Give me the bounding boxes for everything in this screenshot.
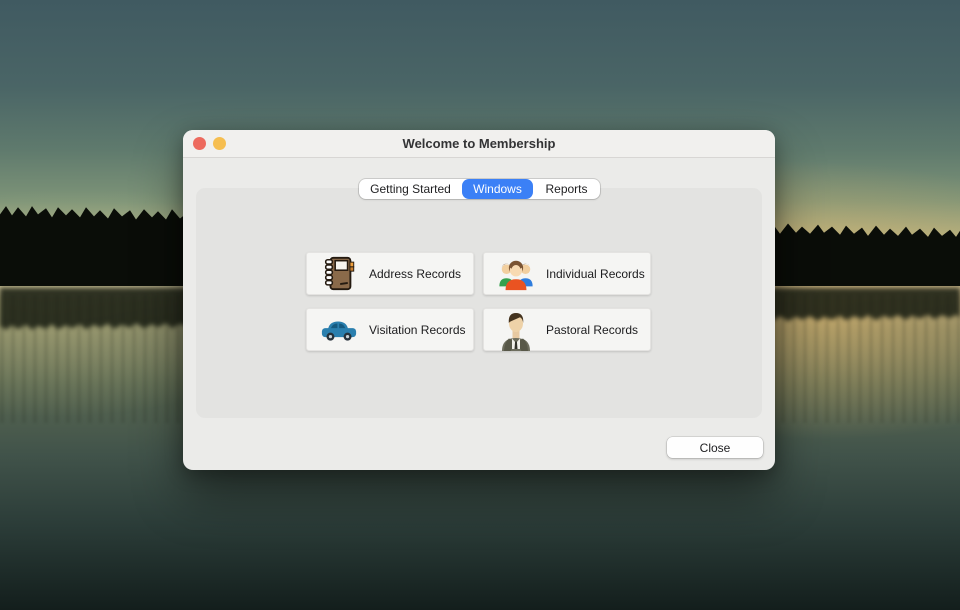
people-group-icon xyxy=(497,254,535,294)
screen: Welcome to Membership Getting Started Wi… xyxy=(0,0,960,610)
close-window-button[interactable] xyxy=(193,137,206,150)
pastoral-records-button[interactable]: Pastoral Records xyxy=(483,308,651,351)
tab-content-panel xyxy=(196,188,762,418)
individual-records-button[interactable]: Individual Records xyxy=(483,252,651,295)
address-records-button[interactable]: Address Records xyxy=(306,252,474,295)
window-title: Welcome to Membership xyxy=(183,130,775,157)
traffic-lights xyxy=(193,137,226,150)
address-records-label: Address Records xyxy=(369,267,461,281)
pastor-icon xyxy=(497,310,535,350)
tab-reports[interactable]: Reports xyxy=(533,179,600,199)
tab-bar: Getting Started Windows Reports xyxy=(359,179,600,199)
close-button[interactable]: Close xyxy=(667,437,763,458)
pastoral-records-label: Pastoral Records xyxy=(546,323,638,337)
car-icon xyxy=(320,310,358,350)
window-titlebar[interactable]: Welcome to Membership xyxy=(183,130,775,158)
minimize-window-button[interactable] xyxy=(213,137,226,150)
address-book-icon xyxy=(320,254,358,294)
membership-window: Welcome to Membership Getting Started Wi… xyxy=(183,130,775,470)
visitation-records-label: Visitation Records xyxy=(369,323,466,337)
tab-windows[interactable]: Windows xyxy=(462,179,533,199)
individual-records-label: Individual Records xyxy=(546,267,645,281)
visitation-records-button[interactable]: Visitation Records xyxy=(306,308,474,351)
tab-getting-started[interactable]: Getting Started xyxy=(359,179,462,199)
